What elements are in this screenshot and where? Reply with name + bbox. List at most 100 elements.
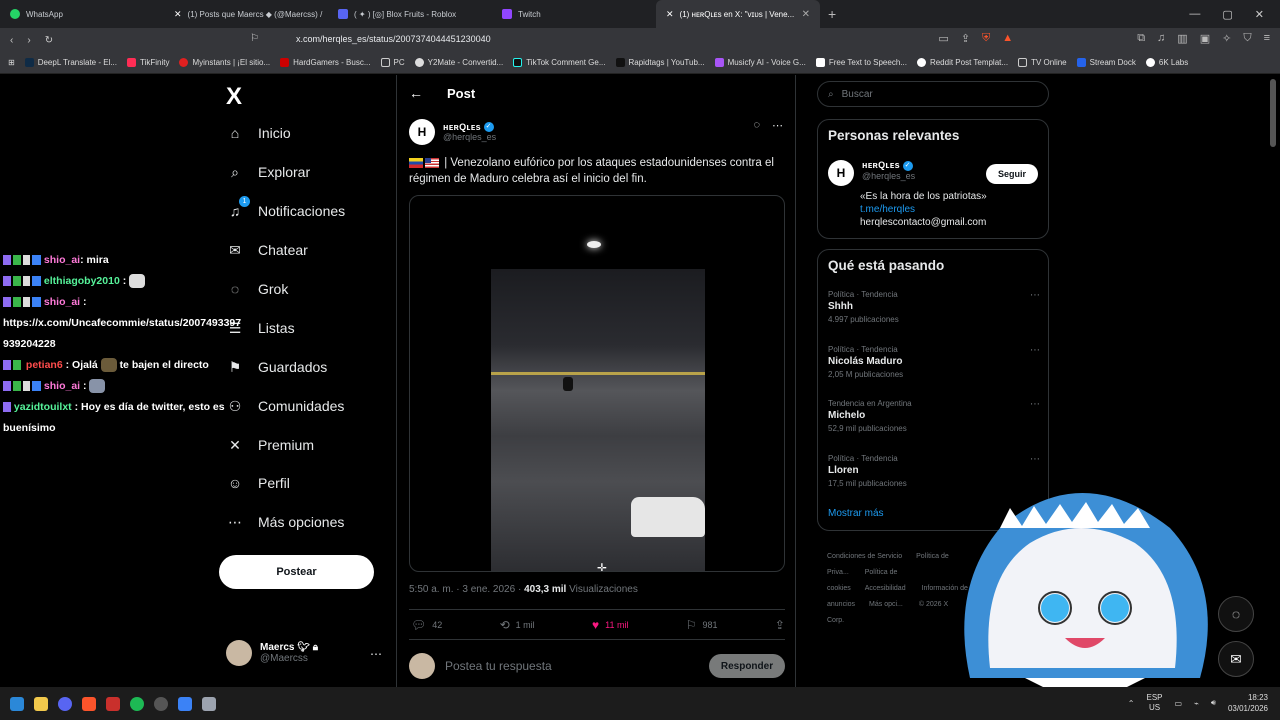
like-action[interactable]: ♥ 11 mil xyxy=(592,618,628,632)
relevant-person[interactable]: H ʜᴇʀQʟᴇs ✓ @herqles_es xyxy=(828,160,915,186)
repost-action[interactable]: ⟲ 1 mil xyxy=(500,618,535,632)
bookmark-item[interactable]: Musicfy AI - Voice G... xyxy=(714,58,806,67)
back-icon[interactable]: ‹ xyxy=(10,35,13,46)
sidebar-icon[interactable]: ▥ xyxy=(1177,32,1187,45)
reply-action[interactable]: 💬︎ 42 xyxy=(411,618,442,632)
language-indicator[interactable]: ESP US xyxy=(1147,693,1163,713)
wallet-icon[interactable]: ▣ xyxy=(1200,32,1210,45)
author-name[interactable]: ʜᴇʀQʟᴇs xyxy=(443,122,481,132)
bookmark-item[interactable]: DeepL Translate - El... xyxy=(24,58,117,67)
url-field[interactable]: x.com/herqles_es/status/2007374044451230… xyxy=(296,34,491,44)
relevant-name[interactable]: ʜᴇʀQʟᴇs xyxy=(862,160,900,170)
share-icon[interactable]: ⇪ xyxy=(961,32,970,45)
bookmark-item[interactable]: TikTok Comment Ge... xyxy=(513,58,606,67)
bookmark-item[interactable]: Myinstants | ¡El sitio... xyxy=(179,58,270,67)
post-button[interactable]: Postear xyxy=(219,555,374,589)
vpn-icon[interactable]: ⛉ xyxy=(1243,32,1251,45)
tab-roblox[interactable]: ( ✦ ) [◎] Blox Fruits - Roblox xyxy=(328,0,492,28)
tab-x-posts[interactable]: ✕ (1) Posts que Maercs ◆ (@Maercss) / xyxy=(164,0,328,28)
clock[interactable]: 18:23 03/01/2026 xyxy=(1228,692,1268,714)
footer-link[interactable]: Más opci... xyxy=(869,601,903,608)
reply-button[interactable]: Responder xyxy=(709,654,785,678)
extensions-icon[interactable]: ⧉ xyxy=(1137,32,1145,45)
app-icon[interactable] xyxy=(106,696,120,711)
file-explorer-icon[interactable] xyxy=(34,696,48,711)
app-icon[interactable] xyxy=(178,696,192,711)
bookmark-item[interactable]: 6K Labs xyxy=(1145,58,1188,67)
post-time[interactable]: 5:50 a. m. · 3 ene. 2026 · xyxy=(409,584,521,595)
account-more-icon[interactable]: ⋯ xyxy=(370,647,382,661)
nav-item-notifications[interactable]: ♫ 1 Notificaciones xyxy=(226,196,345,220)
tab-twitch[interactable]: Twitch xyxy=(492,0,656,28)
bookmark-item[interactable]: Rapidtags | YouTub... xyxy=(615,58,705,67)
minimize-icon[interactable]: — xyxy=(1189,8,1200,21)
bookmark-item[interactable]: Y2Mate - Convertid... xyxy=(414,58,503,67)
trend-more-icon[interactable]: ⋯ xyxy=(1030,399,1040,410)
footer-link[interactable]: Accesibilidad xyxy=(865,585,906,592)
forward-icon[interactable]: › xyxy=(27,35,30,46)
bookmark-item[interactable]: Stream Dock xyxy=(1076,58,1136,67)
network-icon[interactable]: ⌁ xyxy=(1194,699,1199,708)
volume-icon[interactable]: 🔊︎ xyxy=(1211,698,1216,708)
x-logo[interactable]: X xyxy=(226,83,242,111)
bookmark-page-icon[interactable]: ⚐ xyxy=(250,33,259,44)
windows-start-icon[interactable] xyxy=(10,696,24,711)
video-player[interactable]: ✛ xyxy=(409,195,785,572)
trend-item[interactable]: Política · Tendencia Nicolás Maduro 2,05… xyxy=(828,345,1040,379)
chevron-up-icon[interactable]: ⌃ xyxy=(1128,699,1135,708)
trend-more-icon[interactable]: ⋯ xyxy=(1030,290,1040,301)
bookmark-item[interactable]: Free Text to Speech... xyxy=(815,58,907,67)
back-arrow-icon[interactable]: ← xyxy=(409,85,423,101)
author-handle[interactable]: @herqles_es xyxy=(443,132,496,142)
post-author[interactable]: H ʜᴇʀQʟᴇs ✓ @herqles_es xyxy=(409,119,496,145)
share-action[interactable]: ⇪ xyxy=(775,618,785,632)
bookmark-item[interactable]: TikFinity xyxy=(127,58,169,67)
show-more-link[interactable]: Mostrar más xyxy=(828,508,884,519)
rewards-icon[interactable]: ▲ xyxy=(1002,32,1013,45)
discord-icon[interactable] xyxy=(58,696,72,711)
author-avatar[interactable]: H xyxy=(828,160,854,186)
trend-item[interactable]: Política · Tendencia Shhh 4.997 publicac… xyxy=(828,290,1040,324)
more-options-icon[interactable]: ⋯ xyxy=(772,119,783,132)
menu-icon[interactable]: ≡ xyxy=(1264,32,1270,45)
reload-icon[interactable]: ↻ xyxy=(45,35,53,46)
trend-item[interactable]: Tendencia en Argentina Michelo 52,9 mil … xyxy=(828,399,1040,433)
bio-link[interactable]: t.me/herqles xyxy=(860,203,987,216)
music-icon[interactable]: ♫ xyxy=(1157,32,1165,45)
messages-fab[interactable]: ✉ xyxy=(1218,641,1254,677)
tab-whatsapp[interactable]: WhatsApp xyxy=(0,0,164,28)
grok-fab[interactable]: ◌ xyxy=(1218,596,1254,632)
follow-button[interactable]: Seguir xyxy=(986,164,1038,184)
search-input[interactable]: ⌕ Buscar xyxy=(817,81,1049,107)
spotify-icon[interactable] xyxy=(130,696,144,711)
nav-item-communities[interactable]: ⚇ Comunidades xyxy=(226,397,345,415)
steam-icon[interactable] xyxy=(154,696,168,711)
author-avatar[interactable]: H xyxy=(409,119,435,145)
bookmark-item[interactable]: TV Online xyxy=(1018,58,1067,67)
leo-icon[interactable]: ✧ xyxy=(1222,32,1231,45)
trend-more-icon[interactable]: ⋯ xyxy=(1030,345,1040,356)
scrollbar[interactable] xyxy=(1270,75,1276,687)
trend-more-icon[interactable]: ⋯ xyxy=(1030,454,1040,465)
reply-input[interactable]: Postea tu respuesta xyxy=(445,659,699,673)
footer-link[interactable]: Condiciones de Servicio xyxy=(827,553,902,560)
bookmark-action[interactable]: ⚐ 981 xyxy=(686,618,718,632)
bookmark-item[interactable]: HardGamers - Busc... xyxy=(280,58,371,67)
bookmark-item[interactable]: PC xyxy=(380,58,405,67)
brave-icon[interactable] xyxy=(82,696,96,711)
maximize-icon[interactable]: ▢ xyxy=(1222,8,1232,21)
nav-item-profile[interactable]: ☺ Perfil xyxy=(226,474,290,492)
apps-icon[interactable]: ⊞ xyxy=(8,58,15,67)
close-tab-icon[interactable]: ✕ xyxy=(802,9,810,20)
nav-item-explore[interactable]: ⌕ Explorar xyxy=(226,163,310,181)
nav-item-more[interactable]: ⋯ Más opciones xyxy=(226,513,344,531)
cast-icon[interactable]: ▭ xyxy=(938,32,948,45)
bookmark-item[interactable]: Reddit Post Templat... xyxy=(916,58,1008,67)
close-window-icon[interactable]: ✕ xyxy=(1255,8,1264,21)
scrollbar-thumb[interactable] xyxy=(1270,79,1276,147)
tab-x-post-active[interactable]: ✕ (1) ʜᴇʀQʟᴇs en X: "vɪᴜs | Vene... ✕ xyxy=(656,0,820,28)
account-switcher[interactable]: Maercs 🐦︎ 🔒︎ @Maercss xyxy=(226,640,318,666)
grok-icon[interactable]: ◌ xyxy=(753,119,760,132)
monitor-icon[interactable]: ▭ xyxy=(1175,699,1183,708)
new-tab-button[interactable]: + xyxy=(820,6,844,22)
